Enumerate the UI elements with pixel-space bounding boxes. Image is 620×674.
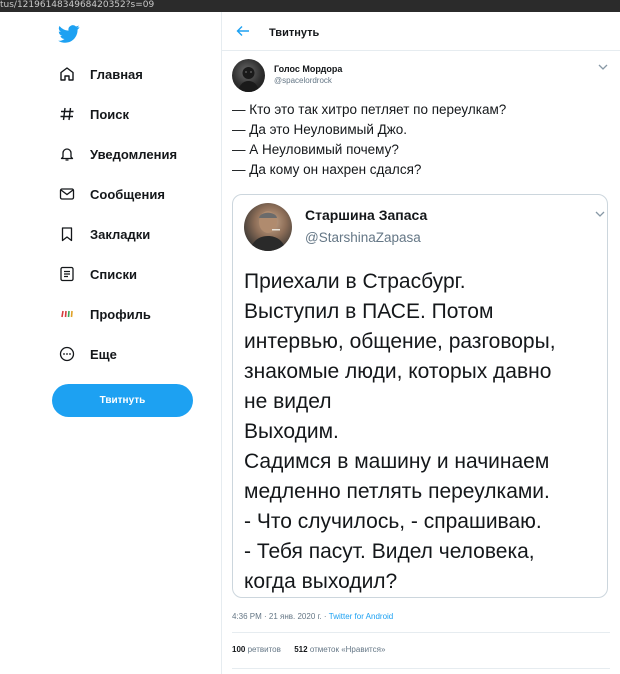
retweets-count: 100 <box>232 645 246 654</box>
sidebar-item-label: Профиль <box>90 306 151 322</box>
sidebar-item-label: Еще <box>90 346 117 362</box>
quoted-line: Выходим. <box>244 420 339 443</box>
tweet-line: — Да это Неуловимый Джо. <box>232 122 408 137</box>
browser-url-bar[interactable]: tus/1219614834968420352?s=09 <box>0 0 620 12</box>
author-name[interactable]: Голос Мордора <box>274 64 342 74</box>
likes-label: отметок «Нравится» <box>309 645 386 654</box>
quoted-author-handle[interactable]: @StarshinaZapasa <box>305 230 421 245</box>
tweet-button[interactable]: Твитнуть <box>52 384 193 417</box>
tweet-line: — А Неуловимый почему? <box>232 142 399 157</box>
sidebar-item-label: Закладки <box>90 226 151 242</box>
envelope-icon <box>58 185 76 203</box>
sidebar-item-label: Уведомления <box>90 146 178 162</box>
tweet-text: — Кто это так хитро петляет по переулкам… <box>232 100 506 180</box>
page-header: Твитнуть <box>222 12 620 51</box>
quoted-line: Выступил в ПАСЕ. Потом <box>244 300 494 323</box>
divider <box>232 668 610 669</box>
home-icon <box>58 65 76 83</box>
tweet-timestamp[interactable]: 4:36 PM · 21 янв. 2020 г. · <box>232 612 329 621</box>
sidebar-item-label: Главная <box>90 66 143 82</box>
likes-stat[interactable]: 512 отметок «Нравится» <box>294 645 385 654</box>
chevron-down-icon[interactable] <box>595 210 605 218</box>
url-text: tus/1219614834968420352?s=09 <box>0 0 155 10</box>
sidebar-item-label: Поиск <box>90 106 130 122</box>
tweet-meta: 4:36 PM · 21 янв. 2020 г. · Twitter for … <box>232 612 393 621</box>
sidebar-item-lists[interactable]: Списки <box>58 262 137 286</box>
quoted-line: интервью, общение, разговоры, <box>244 330 556 353</box>
avatar[interactable] <box>232 59 265 92</box>
main-column: Твитнуть Голос Мордора @spacelordrock — … <box>222 12 620 674</box>
chevron-down-icon[interactable] <box>598 63 608 71</box>
tweet-source-link[interactable]: Twitter for Android <box>329 612 393 621</box>
hashtag-icon <box>58 105 76 123</box>
quoted-line: Садимся в машину и начинаем <box>244 450 550 473</box>
quoted-line: - Что случилось, - спрашиваю. <box>244 510 542 533</box>
retweets-stat[interactable]: 100 ретвитов <box>232 645 281 654</box>
quoted-line: когда выходил? <box>244 570 398 593</box>
sidebar-item-search[interactable]: Поиск <box>58 102 129 126</box>
sidebar-item-profile[interactable]: Профиль <box>58 302 151 326</box>
quoted-line: Приехали в Страсбург. <box>244 270 466 293</box>
profile-avatar-icon <box>58 305 76 323</box>
quoted-line: - Тебя пасут. Видел человека, <box>244 540 535 563</box>
quoted-line: медленно петлять переулками. <box>244 480 550 503</box>
tweet-line: — Да кому он нахрен сдался? <box>232 162 422 177</box>
quoted-line: знакомые люди, которых давно <box>244 360 552 383</box>
sidebar-item-label: Сообщения <box>90 186 165 202</box>
retweets-label: ретвитов <box>247 645 281 654</box>
sidebar-item-home[interactable]: Главная <box>58 62 143 86</box>
list-icon <box>58 265 76 283</box>
page-title: Твитнуть <box>269 27 320 39</box>
quoted-line: не видел <box>244 390 332 413</box>
tweet-stats: 100 ретвитов 512 отметок «Нравится» <box>232 645 385 654</box>
sidebar-item-notifications[interactable]: Уведомления <box>58 142 177 166</box>
twitter-bird-icon[interactable] <box>58 25 80 43</box>
sidebar-item-label: Списки <box>90 266 137 282</box>
sidebar-item-messages[interactable]: Сообщения <box>58 182 165 206</box>
quoted-author-name[interactable]: Старшина Запаса <box>305 207 427 223</box>
back-arrow-icon[interactable] <box>236 24 250 38</box>
sidebar-item-more[interactable]: Еще <box>58 342 117 366</box>
bookmark-icon <box>58 225 76 243</box>
likes-count: 512 <box>294 645 308 654</box>
avatar[interactable] <box>244 203 292 251</box>
divider <box>232 632 610 633</box>
more-icon <box>58 345 76 363</box>
sidebar-item-bookmarks[interactable]: Закладки <box>58 222 150 246</box>
bell-icon <box>58 145 76 163</box>
quoted-tweet[interactable]: Старшина Запаса @StarshinaZapasa Приехал… <box>232 194 608 598</box>
author-handle[interactable]: @spacelordrock <box>274 76 332 85</box>
sidebar: Главная Поиск Уведомления Сообщения Закл… <box>0 12 222 674</box>
tweet-line: — Кто это так хитро петляет по переулкам… <box>232 102 507 117</box>
quoted-tweet-text: Приехали в Страсбург. Выступил в ПАСЕ. П… <box>244 267 606 597</box>
